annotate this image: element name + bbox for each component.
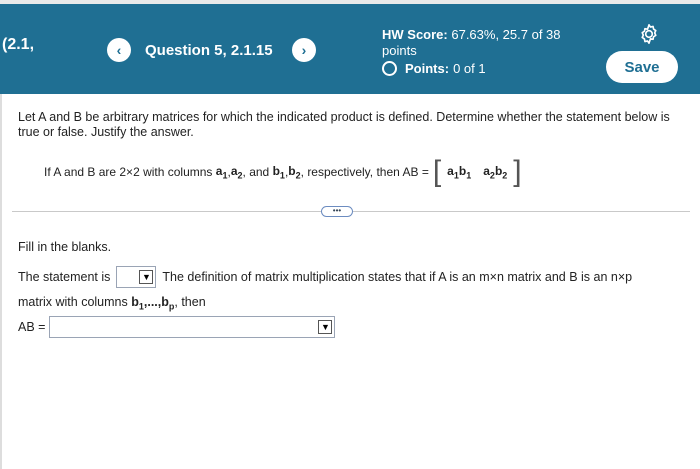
statement-is-label: The statement is	[18, 270, 111, 284]
statement-suffix: respectively, then AB =	[307, 165, 429, 179]
column-b2: b2	[288, 163, 301, 181]
problem-prompt: Let A and B be arbitrary matrices for wh…	[18, 110, 670, 139]
columns-a: a1	[215, 163, 228, 181]
hw-score: HW Score: 67.63%, 25.7 of 38 points	[382, 27, 592, 59]
right-bracket: ]	[513, 155, 522, 188]
matrix-cell-1: a1b1	[447, 163, 472, 181]
matrix-with-columns-label: matrix with columns	[18, 295, 128, 309]
previous-question-button[interactable]: ‹	[107, 38, 131, 62]
problem-statement: If A and B are 2×2 with columns a1, a2, a…	[44, 155, 522, 188]
definition-text: The definition of matrix multiplication …	[162, 270, 633, 284]
answer-line-1: The statement is ▼ The definition of mat…	[18, 266, 632, 288]
true-false-dropdown[interactable]: ▼	[116, 266, 157, 288]
points-indicator: Points: 0 of 1	[382, 61, 486, 76]
chevron-left-icon: ‹	[116, 42, 122, 58]
left-bracket: [	[432, 155, 442, 188]
product-matrix: [ a1b1 a2b2 ]	[432, 155, 522, 188]
statement-mid: and	[249, 165, 270, 179]
then-label: , then	[174, 295, 206, 309]
ab-answer-row: AB = ▼	[18, 316, 336, 338]
matrix-cells: a1b1 a2b2	[441, 164, 513, 180]
section-label: (2.1,	[2, 36, 35, 53]
dropdown-arrow-icon: ▼	[139, 270, 154, 284]
ab-definition-dropdown[interactable]: ▼	[49, 316, 336, 338]
ab-label: AB =	[18, 320, 46, 334]
fill-blanks-instruction: Fill in the blanks.	[18, 240, 112, 254]
statement-prefix: If A and B are 2×2 with columns	[44, 165, 213, 179]
points-value: 0 of 1	[453, 61, 486, 76]
more-button[interactable]: •••	[321, 206, 353, 217]
next-question-button[interactable]: ›	[292, 38, 316, 62]
hw-score-value: 67.63%, 25.7 of 38	[451, 27, 561, 42]
question-title: Question 5, 2.1.15	[145, 42, 273, 59]
hw-score-label: HW Score:	[382, 27, 448, 42]
dropdown-arrow-icon: ▼	[318, 320, 333, 334]
points-label: Points:	[405, 61, 450, 76]
hw-score-unit: points	[382, 43, 417, 58]
left-border	[0, 94, 2, 469]
radio-icon	[382, 61, 397, 76]
answer-line-2: matrix with columns b1,...,bp, then	[18, 295, 206, 312]
column-a2: a2	[230, 163, 243, 181]
save-button[interactable]: Save	[606, 51, 678, 83]
columns-b-range: b1,...,bp	[131, 295, 175, 312]
columns-b: b1	[272, 163, 285, 181]
header-top-border	[0, 0, 700, 4]
chevron-right-icon: ›	[301, 42, 307, 58]
matrix-cell-2: a2b2	[483, 163, 508, 181]
gear-icon[interactable]	[638, 23, 660, 45]
header-bar: (2.1, ‹ Question 5, 2.1.15 › HW Score: 6…	[0, 0, 700, 94]
